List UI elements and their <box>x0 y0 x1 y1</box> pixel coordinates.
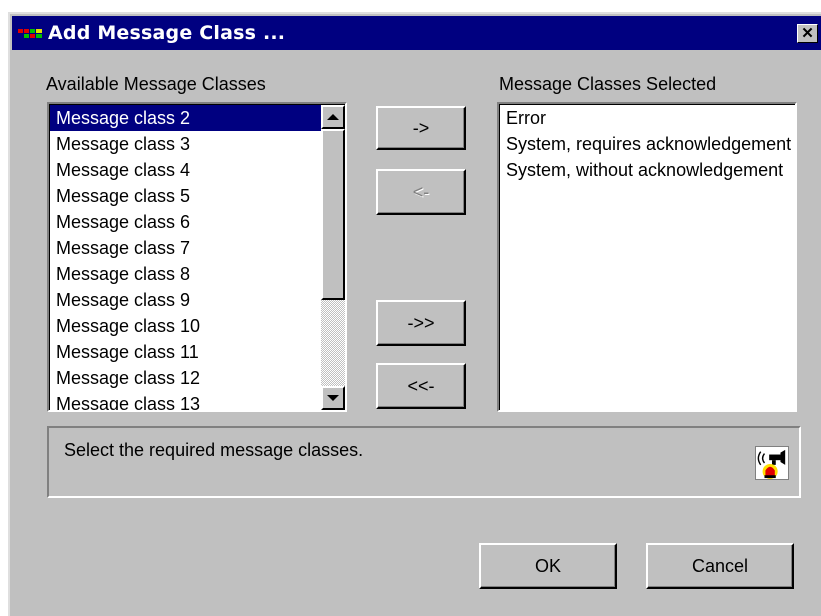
hint-panel: Select the required message classes. <box>47 426 801 498</box>
scroll-up-button[interactable] <box>321 105 345 129</box>
list-item[interactable]: System, without acknowledgement <box>500 157 795 183</box>
window-title: Add Message Class ... <box>48 22 286 44</box>
alarm-horn-icon <box>755 446 789 480</box>
list-item[interactable]: Message class 6 <box>50 209 345 235</box>
list-item[interactable]: Message class 3 <box>50 131 345 157</box>
selected-classes-label: Message Classes Selected <box>499 74 717 94</box>
ok-button[interactable]: OK <box>479 543 617 589</box>
remove-button[interactable]: <- <box>376 169 466 215</box>
list-item[interactable]: Message class 5 <box>50 183 345 209</box>
selected-classes-list[interactable]: Error System, requires acknowledgement Sys… <box>497 102 797 412</box>
list-item[interactable]: System, requires acknowledgement <box>500 131 795 157</box>
close-button[interactable]: ✕ <box>797 24 818 43</box>
list-item[interactable]: Message class 7 <box>50 235 345 261</box>
available-classes-label: Available Message Classes <box>46 74 266 94</box>
selected-items-container: Error System, requires acknowledgement Sys… <box>500 105 795 183</box>
window-app-icon <box>18 29 42 38</box>
add-all-button[interactable]: ->> <box>376 300 466 346</box>
remove-all-button[interactable]: <<- <box>376 363 466 409</box>
scroll-down-button[interactable] <box>321 386 345 410</box>
list-item[interactable]: Message class 12 <box>50 365 345 391</box>
scroll-thumb[interactable] <box>321 129 345 300</box>
list-item[interactable]: Message class 8 <box>50 261 345 287</box>
available-items-container: Message class 2 Message class 3 Message cl… <box>50 105 345 410</box>
cancel-button[interactable]: Cancel <box>646 543 794 589</box>
hint-text: Select the required message classes. <box>64 440 364 460</box>
list-item[interactable]: Message class 11 <box>50 339 345 365</box>
list-item[interactable]: Error <box>500 105 795 131</box>
list-item[interactable]: Message class 9 <box>50 287 345 313</box>
arrow-down-icon <box>327 395 339 401</box>
list-item[interactable]: Message class 4 <box>50 157 345 183</box>
available-list-scrollbar[interactable] <box>321 105 345 410</box>
add-message-class-dialog: Add Message Class ... ✕ Available Messag… <box>8 12 821 616</box>
arrow-up-icon <box>327 114 339 120</box>
title-bar[interactable]: Add Message Class ... ✕ <box>12 16 821 50</box>
add-button[interactable]: -> <box>376 106 466 150</box>
close-icon: ✕ <box>801 25 814 42</box>
list-item[interactable]: Message class 2 <box>50 105 345 131</box>
list-item[interactable]: Message class 10 <box>50 313 345 339</box>
available-classes-list[interactable]: Message class 2 Message class 3 Message cl… <box>47 102 347 412</box>
list-item[interactable]: Message class 13 <box>50 391 345 410</box>
